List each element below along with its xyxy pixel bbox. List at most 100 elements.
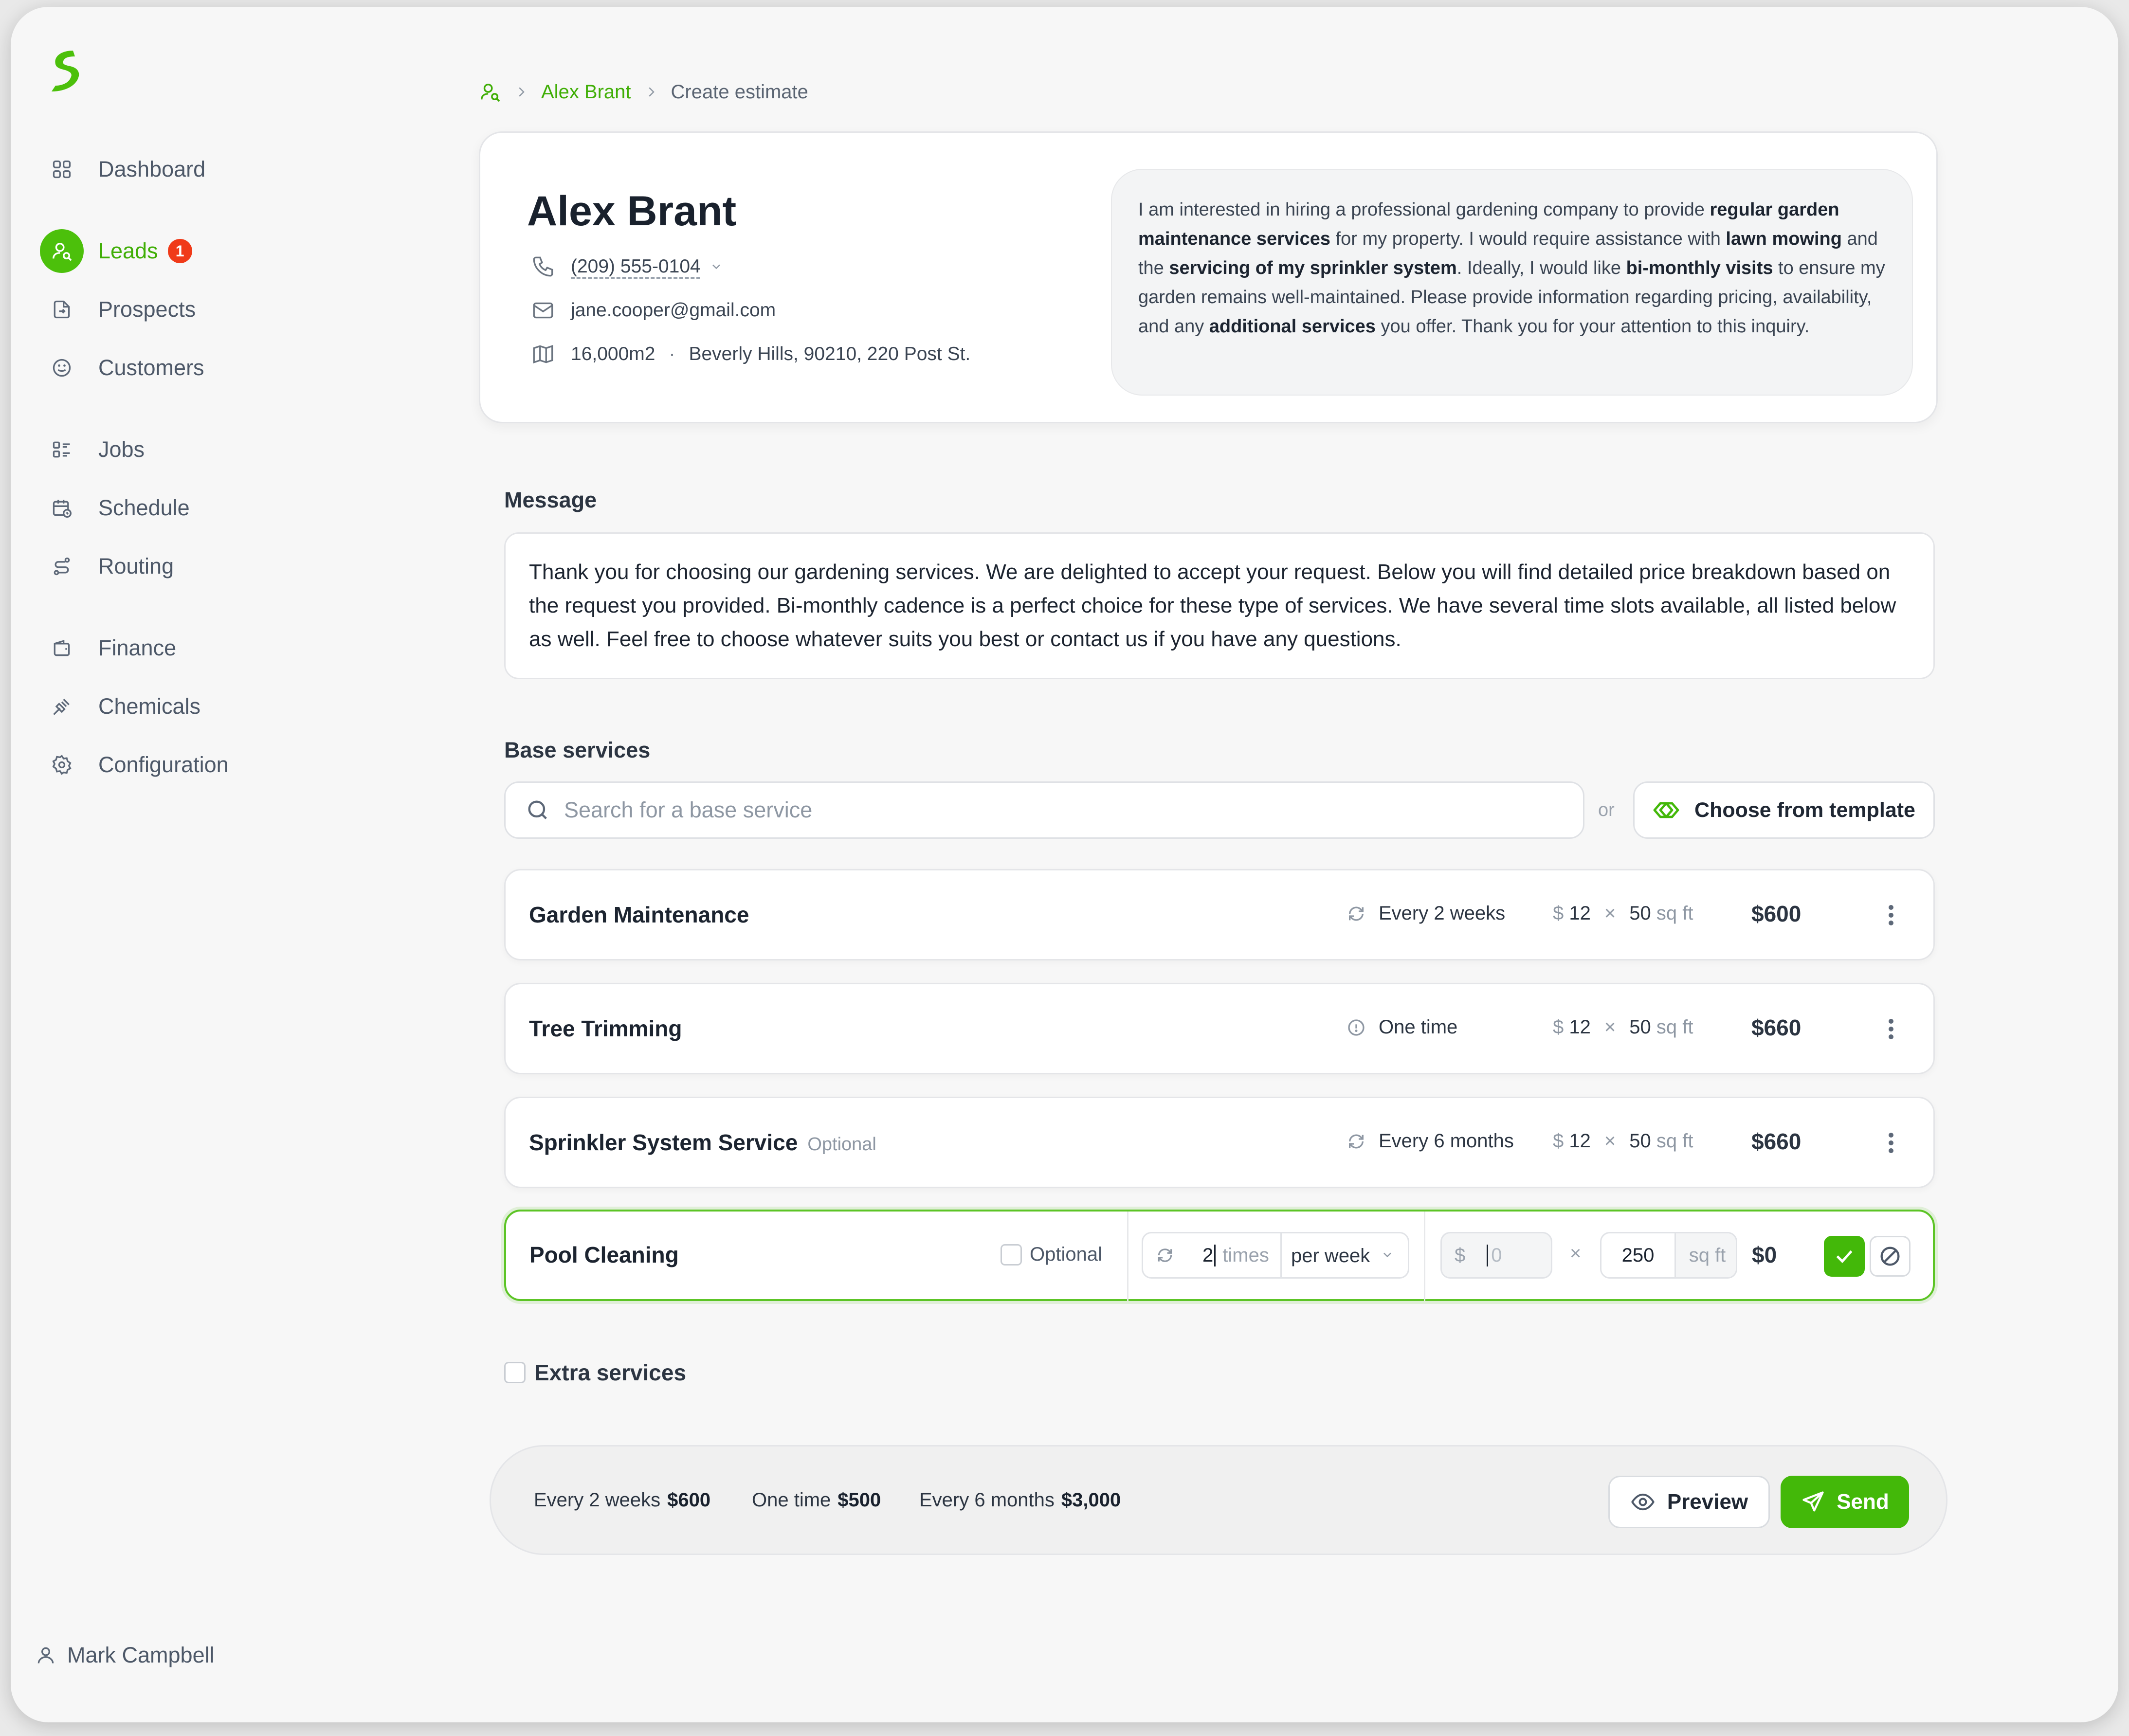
quantity-value: 50 bbox=[1629, 1016, 1651, 1038]
frequency-count-input[interactable]: 2 bbox=[1202, 1244, 1216, 1266]
sidebar-item-prospects[interactable]: Prospects bbox=[40, 286, 312, 333]
message-textarea[interactable]: Thank you for choosing our gardening ser… bbox=[504, 532, 1935, 679]
sidebar-item-schedule[interactable]: Schedule bbox=[40, 485, 312, 531]
lead-phone-row[interactable]: (209) 555-0104 bbox=[531, 254, 723, 279]
optional-tag: Optional bbox=[807, 1134, 876, 1155]
optional-label: Optional bbox=[1030, 1244, 1102, 1265]
sidebar-item-label: Finance bbox=[98, 635, 177, 660]
period-select[interactable]: per week bbox=[1291, 1245, 1370, 1267]
repeat-icon bbox=[1347, 1132, 1366, 1151]
currency-symbol: $ bbox=[1455, 1244, 1466, 1266]
confirm-button[interactable] bbox=[1824, 1236, 1865, 1277]
current-user[interactable]: Mark Campbell bbox=[35, 1643, 215, 1668]
unit-label: sq ft bbox=[1656, 1016, 1693, 1038]
search-input[interactable] bbox=[564, 797, 1489, 823]
sidebar-item-chemicals[interactable]: Chemicals bbox=[40, 683, 312, 730]
chevron-down-icon[interactable] bbox=[1381, 1248, 1394, 1262]
service-frequency: Every 2 weeks bbox=[1347, 903, 1505, 924]
unit-label: sq ft bbox=[1674, 1233, 1736, 1277]
service-row[interactable]: Tree Trimming One time $ 12 × 50 sq ft $66… bbox=[504, 983, 1935, 1074]
separator-dot: · bbox=[669, 344, 675, 364]
sidebar-item-leads[interactable]: Leads 1 bbox=[40, 228, 312, 274]
user-search-icon[interactable] bbox=[479, 81, 501, 103]
service-price: $ 12 × 50 sq ft bbox=[1553, 1016, 1693, 1038]
lead-phone[interactable]: (209) 555-0104 bbox=[571, 256, 701, 277]
sidebar-item-label: Chemicals bbox=[98, 694, 201, 719]
sidebar-item-jobs[interactable]: Jobs bbox=[40, 426, 312, 473]
chevron-down-icon[interactable] bbox=[710, 260, 723, 273]
ban-icon bbox=[1877, 1244, 1903, 1269]
rate-value: 12 bbox=[1569, 903, 1591, 924]
request-highlight: bi-monthly visits bbox=[1626, 258, 1773, 278]
sidebar-item-finance[interactable]: Finance bbox=[40, 625, 312, 671]
lead-address: Beverly Hills, 90210, 220 Post St. bbox=[689, 344, 971, 364]
frequency-input-group[interactable]: 2 times per week bbox=[1142, 1232, 1409, 1279]
choose-template-button[interactable]: Choose from template bbox=[1633, 781, 1935, 839]
times-label: times bbox=[1222, 1244, 1269, 1266]
chevron-right-icon bbox=[644, 85, 658, 99]
summary-value: $3,000 bbox=[1061, 1489, 1121, 1511]
user-search-icon bbox=[40, 229, 84, 273]
preview-label: Preview bbox=[1667, 1490, 1748, 1514]
quantity-input[interactable]: 250 sq ft bbox=[1600, 1232, 1737, 1279]
sidebar-item-customers[interactable]: Customers bbox=[40, 344, 312, 391]
breadcrumb-current: Create estimate bbox=[671, 81, 808, 103]
checkbox[interactable] bbox=[504, 1362, 526, 1383]
lead-email[interactable]: jane.cooper@gmail.com bbox=[571, 300, 776, 321]
service-price: $ 12 × 50 sq ft bbox=[1553, 1130, 1693, 1152]
breadcrumb: Alex Brant Create estimate bbox=[479, 75, 808, 109]
gear-icon bbox=[40, 743, 84, 787]
extra-services-toggle[interactable]: Extra services bbox=[504, 1359, 686, 1386]
service-row[interactable]: Sprinkler System Service Optional Every 6… bbox=[504, 1097, 1935, 1188]
service-price: $ 12 × 50 sq ft bbox=[1553, 903, 1693, 924]
more-vertical-icon[interactable] bbox=[1888, 1131, 1894, 1155]
frequency-label: Every 2 weeks bbox=[1379, 903, 1506, 924]
rate-placeholder[interactable]: 0 bbox=[1487, 1244, 1502, 1266]
more-vertical-icon[interactable] bbox=[1888, 904, 1894, 927]
calendar-clock-icon bbox=[40, 486, 84, 530]
sidebar-item-routing[interactable]: Routing bbox=[40, 543, 312, 590]
double-chevron-icon bbox=[1653, 800, 1682, 820]
sidebar-item-label: Customers bbox=[98, 355, 204, 380]
service-name: Sprinkler System Service Optional bbox=[529, 1129, 876, 1156]
rate-input[interactable]: $ 0 bbox=[1440, 1232, 1552, 1279]
frequency-label: One time bbox=[1379, 1016, 1458, 1038]
repeat-icon bbox=[1347, 904, 1366, 923]
request-highlight: additional services bbox=[1209, 316, 1376, 337]
divider bbox=[1424, 1212, 1425, 1301]
lead-name: Alex Brant bbox=[527, 188, 737, 235]
cancel-button[interactable] bbox=[1870, 1236, 1911, 1277]
base-service-search[interactable] bbox=[504, 781, 1584, 839]
summary-item: One time $500 bbox=[752, 1489, 881, 1511]
sidebar-item-configuration[interactable]: Configuration bbox=[40, 741, 312, 788]
rate-value: 12 bbox=[1569, 1016, 1591, 1038]
service-row[interactable]: Garden Maintenance Every 2 weeks $ 12 × 50… bbox=[504, 869, 1935, 960]
quantity-value[interactable]: 250 bbox=[1601, 1233, 1674, 1277]
multiply-sign: × bbox=[1604, 1130, 1616, 1152]
sidebar-item-label: Configuration bbox=[98, 752, 229, 777]
service-edit-row[interactable]: Pool Cleaning Optional 2 times per week … bbox=[504, 1210, 1935, 1301]
summary-label: Every 6 months bbox=[919, 1489, 1055, 1511]
send-button[interactable]: Send bbox=[1781, 1476, 1909, 1528]
service-name: Tree Trimming bbox=[529, 1016, 682, 1041]
sidebar-item-dashboard[interactable]: Dashboard bbox=[40, 146, 312, 193]
optional-checkbox[interactable]: Optional bbox=[1001, 1244, 1102, 1266]
service-total: $600 bbox=[1751, 901, 1801, 926]
brand-logo[interactable] bbox=[44, 47, 87, 93]
breadcrumb-lead-link[interactable]: Alex Brant bbox=[541, 81, 631, 103]
spray-icon bbox=[40, 685, 84, 728]
checkbox[interactable] bbox=[1001, 1244, 1022, 1266]
service-name: Garden Maintenance bbox=[529, 902, 749, 927]
preview-button[interactable]: Preview bbox=[1608, 1476, 1770, 1528]
more-vertical-icon[interactable] bbox=[1888, 1017, 1894, 1041]
lead-area: 16,000m2 bbox=[571, 344, 655, 364]
sidebar-item-label: Jobs bbox=[98, 437, 145, 462]
phone-icon bbox=[531, 254, 555, 279]
search-icon bbox=[525, 797, 550, 823]
summary-label: Every 2 weeks bbox=[534, 1489, 661, 1511]
lead-email-row: jane.cooper@gmail.com bbox=[531, 298, 776, 323]
request-text: you offer. Thank you for your attention … bbox=[1375, 316, 1810, 337]
currency-symbol: $ bbox=[1553, 1130, 1564, 1152]
sidebar-item-label: Dashboard bbox=[98, 157, 206, 181]
leads-count-badge: 1 bbox=[167, 239, 192, 263]
